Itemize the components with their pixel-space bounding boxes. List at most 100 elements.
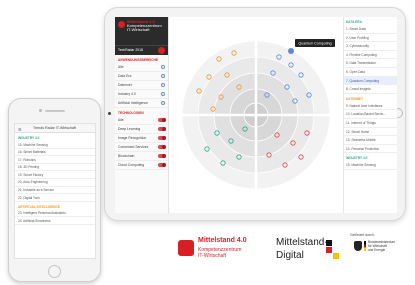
sidebar-filter-label: Artificial Intelligence: [118, 101, 148, 105]
toggle-switch[interactable]: [158, 136, 166, 140]
sidebar-filter-label: Industry 4.0: [118, 92, 136, 96]
sidebar-filter-item[interactable]: Alle: [115, 116, 168, 125]
flag-icon: [364, 241, 366, 251]
sidebar-filter-item[interactable]: Artificial Intelligence: [115, 99, 168, 108]
trend-list-item[interactable]: 5. Data Transmission: [344, 59, 397, 68]
bmwi-name: Bundesministerium für Wirtschaft und Energ…: [368, 240, 396, 252]
radio-circle-icon[interactable]: [161, 83, 165, 87]
tablet-sidebar: Mittelstand 4.0 Kompetenzzentrum IT-Wirt…: [115, 17, 169, 213]
trend-list-item[interactable]: 1. Smart Data: [344, 25, 397, 34]
phone-list-item[interactable]: 15. Machine Sensing: [15, 141, 95, 149]
phone-device: ☰ Trends Radar IT-Wirtschaft INDUSTRY 4.…: [8, 98, 101, 282]
md-line-1: Mittelstand-: [276, 237, 328, 248]
bmwi-logo: Gefördert durch: Bundesministerium für Wi…: [350, 233, 400, 271]
md-line-2: Digital: [276, 250, 304, 261]
sidebar-filter-label: Alle: [118, 65, 124, 69]
sidebar-filter-item[interactable]: Blockchain: [115, 152, 168, 161]
trend-list-item[interactable]: 3. Cybersecurity: [344, 42, 397, 51]
toggle-switch[interactable]: [158, 118, 166, 122]
sidebar-filter-item[interactable]: Cloud Computing: [115, 161, 168, 170]
sidebar-filter-label: Blockchain: [118, 154, 135, 158]
trend-list-item[interactable]: 2. User Profiling: [344, 34, 397, 43]
promo-composite: Mittelstand 4.0 Kompetenzzentrum IT-Wirt…: [0, 0, 415, 285]
eagle-icon: [354, 241, 362, 251]
phone-list-item[interactable]: 21. Industrie as a Service: [15, 187, 95, 195]
sidebar-filter-label: Image Recognition: [118, 136, 147, 140]
trend-section-title: DATENNET: [346, 96, 364, 101]
trend-list-item[interactable]: 13. Seamless Mobile: [344, 136, 397, 145]
phone-screen: ☰ Trends Radar IT-Wirtschaft INDUSTRY 4.…: [14, 123, 96, 259]
sidebar-section-title: TECHNOLOGIEN: [118, 111, 144, 115]
sidebar-filter-label: Datennet: [118, 83, 132, 87]
phone-title: Trends Radar IT-Wirtschaft: [33, 126, 77, 130]
sidebar-filter-label: Data Era: [118, 74, 132, 78]
phone-list-item[interactable]: 23. Intelligent Personal Assistants: [15, 210, 95, 218]
trend-list-item[interactable]: 7. Quantum Computing: [344, 76, 397, 86]
tablet-device: Mittelstand 4.0 Kompetenzzentrum IT-Wirt…: [104, 7, 406, 221]
phone-list-item[interactable]: 17. Robotics: [15, 156, 95, 164]
sidebar-section-title: ANWENDUNGSBEREICHE: [118, 58, 159, 62]
tablet-screen: Mittelstand 4.0 Kompetenzzentrum IT-Wirt…: [115, 17, 397, 213]
sidebar-filter-item[interactable]: Connected Services: [115, 143, 168, 152]
phone-speaker: [45, 110, 65, 112]
radio-circle-icon[interactable]: [161, 65, 165, 69]
toggle-switch[interactable]: [158, 163, 166, 167]
phone-list-item[interactable]: 24. Artificial Smartness: [15, 217, 95, 225]
toggle-switch[interactable]: [158, 145, 166, 149]
md-square-gold: [333, 253, 339, 259]
tablet-subheader: TechRadar 2018: [115, 45, 168, 55]
phone-list-item[interactable]: 19. Smart Factory: [15, 171, 95, 179]
radio-circle-icon[interactable]: [161, 101, 165, 105]
filter-icon[interactable]: [158, 47, 165, 54]
phone-list-item[interactable]: 16. Smart Materials: [15, 149, 95, 157]
sidebar-filter-label: Connected Services: [118, 145, 149, 149]
md-square-black: [326, 240, 332, 246]
trend-list-item[interactable]: 10. Location-Based Servic...: [344, 110, 397, 119]
trend-list-item[interactable]: 14. Personal Protection: [344, 145, 397, 154]
trend-section-title: INDUSTRY 4.0: [346, 156, 368, 161]
trend-list-item[interactable]: 12. Smart Home: [344, 128, 397, 137]
mittelstand-logo-icon: [118, 21, 125, 28]
trend-list-item[interactable]: 4. Flexible Computing: [344, 51, 397, 60]
phone-section-title: ARTIFICIAL INTELLIGENCE: [18, 204, 60, 209]
menu-icon[interactable]: ☰: [18, 127, 22, 132]
trend-list-item[interactable]: 6. Open Data: [344, 68, 397, 77]
radio-circle-icon[interactable]: [161, 74, 165, 78]
sidebar-filter-item[interactable]: Datennet: [115, 81, 168, 90]
trend-list-item[interactable]: 11. Internet of Things: [344, 119, 397, 128]
sidebar-filter-item[interactable]: Image Recognition: [115, 134, 168, 143]
trend-list-item[interactable]: 8. Crowd Insights: [344, 85, 397, 94]
radar-blip-selected[interactable]: [288, 48, 294, 54]
phone-section-title: INDUSTRY 4.0: [18, 136, 40, 140]
mittelstand-digital-logo: Mittelstand- Digital: [276, 237, 339, 267]
tablet-sidebar-header: Mittelstand 4.0 Kompetenzzentrum IT-Wirt…: [115, 17, 168, 45]
sidebar-sections: ANWENDUNGSBEREICHE Alle Data Era Datennet In…: [115, 55, 168, 170]
sidebar-filter-item[interactable]: Alle: [115, 63, 168, 72]
phone-list-item[interactable]: 20. Auto Engineering: [15, 179, 95, 187]
phone-list-item[interactable]: 22. Digital Twin: [15, 194, 95, 202]
toggle-switch[interactable]: [158, 154, 166, 158]
phone-list-item[interactable]: 18. 3D Printing: [15, 164, 95, 172]
mittelstand40-logo-icon: [178, 240, 194, 256]
radio-circle-icon[interactable]: [161, 92, 165, 96]
sidebar-filter-item[interactable]: Industry 4.0: [115, 90, 168, 99]
trend-list-item[interactable]: 9. Natural User Interfaces: [344, 102, 397, 111]
bmwi-funded-by: Gefördert durch:: [350, 233, 375, 237]
trend-section-title: DATA ERA: [346, 20, 362, 24]
phone-header: ☰ Trends Radar IT-Wirtschaft: [15, 124, 95, 133]
sidebar-filter-item[interactable]: Deep Learning: [115, 125, 168, 134]
trend-list-item[interactable]: 15. Machine Sensing: [344, 161, 397, 170]
mittelstand40-logo: Mittelstand 4.0 Kompetenzzentrum IT-Wirt…: [178, 236, 247, 266]
sidebar-filter-item[interactable]: Data Era: [115, 72, 168, 81]
tech-radar: Quantum Computing: [169, 17, 343, 213]
m40-title: Mittelstand 4.0: [198, 237, 247, 244]
toggle-switch[interactable]: [158, 127, 166, 131]
tablet-logo: Mittelstand 4.0 Kompetenzzentrum IT-Wirt…: [127, 20, 162, 32]
radar-tooltip-text: Quantum Computing: [298, 42, 331, 46]
subheader-label: TechRadar 2018: [118, 48, 143, 52]
trend-list: DATA ERA 1. Smart Data 2. User Profiling 3.…: [343, 17, 397, 213]
sidebar-filter-label: Deep Learning: [118, 127, 141, 131]
logo-line2: IT-Wirtschaft: [127, 27, 150, 32]
md-square-red: [326, 247, 332, 253]
sidebar-filter-label: Alle: [118, 118, 124, 122]
